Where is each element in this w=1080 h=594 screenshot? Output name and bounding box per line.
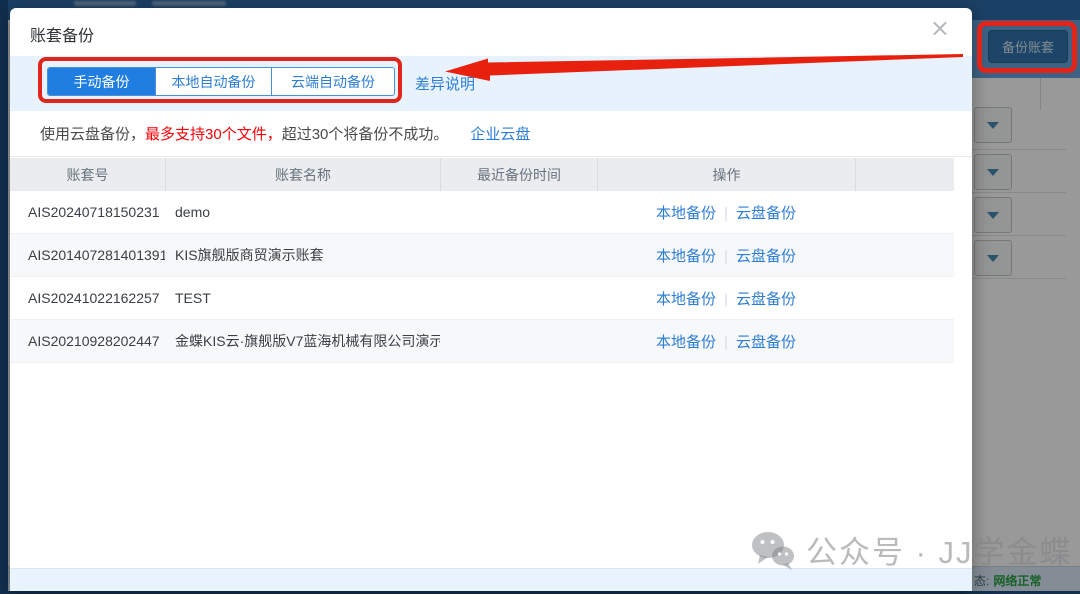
- link-separator: |: [724, 291, 728, 308]
- table-row: AIS20210928202447 金蝶KIS云·旗舰版V7蓝海机械有限公司演示…: [10, 320, 954, 363]
- account-backup-dialog: 账套备份 × 手动备份 本地自动备份 云端自动备份 差异说明 使用云盘备份， 最…: [10, 8, 972, 591]
- local-backup-link[interactable]: 本地备份: [656, 291, 716, 308]
- col-last-backup: 最近备份时间: [440, 158, 597, 191]
- col-account-name: 账套名称: [165, 158, 440, 191]
- link-separator: |: [724, 248, 728, 265]
- backup-tabs: 手动备份 本地自动备份 云端自动备份: [47, 67, 395, 96]
- account-name: demo: [165, 204, 440, 220]
- notice-text: 使用云盘备份，: [40, 123, 145, 144]
- tab-band: 手动备份 本地自动备份 云端自动备份 差异说明: [10, 56, 972, 111]
- table-row: AIS201407281401391 KIS旗舰版商贸演示账套 本地备份 | 云盘备…: [10, 234, 954, 277]
- row-operations: 本地备份 | 云盘备份: [597, 202, 855, 223]
- enterprise-cloud-link[interactable]: 企业云盘: [470, 123, 530, 144]
- col-extra: [855, 158, 954, 191]
- row-operations: 本地备份 | 云盘备份: [597, 331, 855, 352]
- cloud-backup-link[interactable]: 云盘备份: [736, 291, 796, 308]
- account-name: TEST: [165, 290, 440, 306]
- col-operations: 操作: [597, 158, 855, 191]
- account-id: AIS20240718150231: [10, 204, 165, 220]
- local-backup-link[interactable]: 本地备份: [656, 205, 716, 222]
- table-row: AIS20241022162257 TEST 本地备份 | 云盘备份: [10, 277, 954, 320]
- link-separator: |: [724, 334, 728, 351]
- row-operations: 本地备份 | 云盘备份: [597, 245, 855, 266]
- notice-row: 使用云盘备份， 最多支持30个文件， 超过30个将备份不成功。 企业云盘: [10, 111, 972, 157]
- tab-manual-backup[interactable]: 手动备份: [48, 68, 155, 95]
- account-name: 金蝶KIS云·旗舰版V7蓝海机械有限公司演示账套: [165, 331, 440, 351]
- dialog-title: 账套备份: [30, 22, 94, 46]
- table-row: AIS20240718150231 demo 本地备份 | 云盘备份: [10, 191, 954, 234]
- local-backup-link[interactable]: 本地备份: [656, 334, 716, 351]
- close-icon[interactable]: ×: [930, 16, 950, 40]
- account-name: KIS旗舰版商贸演示账套: [165, 245, 440, 265]
- tab-local-auto-backup[interactable]: 本地自动备份: [155, 68, 271, 95]
- local-backup-link[interactable]: 本地备份: [656, 248, 716, 265]
- account-id: AIS20241022162257: [10, 290, 165, 306]
- cloud-backup-link[interactable]: 云盘备份: [736, 248, 796, 265]
- col-account-id: 账套号: [10, 158, 165, 191]
- cloud-backup-link[interactable]: 云盘备份: [736, 334, 796, 351]
- account-id: AIS20210928202447: [10, 333, 165, 349]
- table-header-row: 账套号 账套名称 最近备份时间 操作: [10, 158, 954, 191]
- dialog-header: 账套备份 ×: [10, 8, 972, 56]
- notice-text: 超过30个将备份不成功。: [282, 123, 449, 144]
- dialog-footer-strip: [10, 568, 972, 591]
- screen: 备份账套 态:网络正常 账套备份 × 手动备份: [0, 0, 1080, 594]
- difference-description-link[interactable]: 差异说明: [415, 73, 475, 94]
- account-table: 账套号 账套名称 最近备份时间 操作 AIS20240718150231 dem…: [10, 158, 954, 363]
- link-separator: |: [724, 205, 728, 222]
- cloud-backup-link[interactable]: 云盘备份: [736, 205, 796, 222]
- row-operations: 本地备份 | 云盘备份: [597, 288, 855, 309]
- notice-highlight: 最多支持30个文件，: [145, 123, 282, 144]
- tab-cloud-auto-backup[interactable]: 云端自动备份: [271, 68, 394, 95]
- account-id: AIS201407281401391: [10, 247, 165, 263]
